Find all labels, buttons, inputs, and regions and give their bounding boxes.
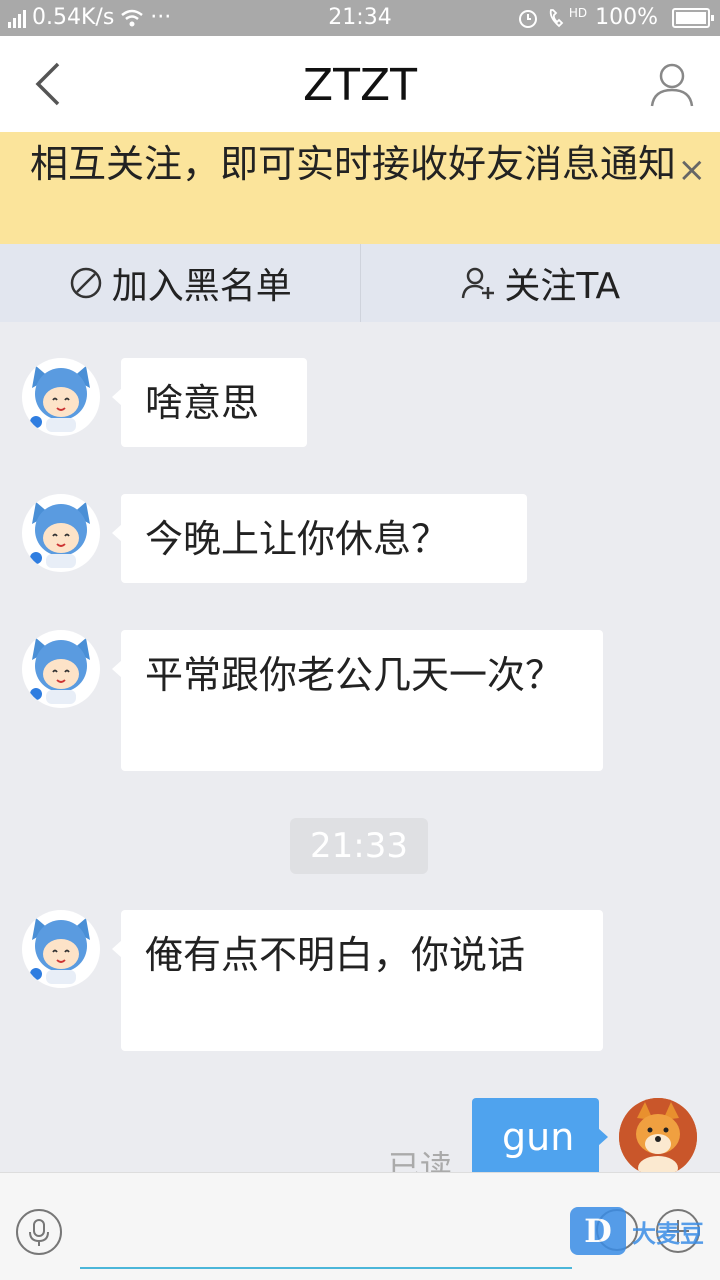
input-bar: D 大麦豆 <box>0 1172 720 1280</box>
battery-percent: 100% <box>595 5 658 30</box>
fox-avatar-icon <box>30 502 90 568</box>
status-bar: 0.54K/s ··· 21:34 HD 100% <box>0 0 720 36</box>
my-avatar[interactable] <box>619 1098 697 1176</box>
profile-icon[interactable] <box>648 60 696 108</box>
back-arrow-icon[interactable] <box>28 58 76 110</box>
blacklist-button[interactable]: 加入黑名单 <box>0 244 360 322</box>
watermark-logo: D <box>570 1207 626 1255</box>
call-hd-icon <box>549 8 564 27</box>
my-message-bubble[interactable]: gun <box>472 1098 608 1178</box>
message-text: 今晚上让你休息？ <box>145 517 450 561</box>
mic-glyph-icon <box>29 1219 49 1246</box>
message-text: 啥意思 <box>145 381 260 425</box>
message-input[interactable] <box>80 1197 572 1269</box>
battery-icon <box>672 7 714 28</box>
time-divider: 21:33 <box>290 818 428 874</box>
watermark: D 大麦豆 <box>570 1205 718 1257</box>
contact-avatar[interactable] <box>22 910 100 988</box>
follow-notice: 相互关注，即可实时接收好友消息通知 × <box>0 132 720 244</box>
message-bubble[interactable]: 平常跟你老公几天一次？ <box>112 630 603 771</box>
follow-button[interactable]: 关注TA <box>359 244 720 322</box>
action-bar: 加入黑名单 关注TA <box>0 244 720 322</box>
chat-header: ZTZT <box>0 36 720 132</box>
follow-label: 关注TA <box>504 266 621 307</box>
contact-avatar[interactable] <box>22 494 100 572</box>
message-bubble[interactable]: 啥意思 <box>112 358 307 447</box>
add-user-icon <box>462 267 495 299</box>
fox-avatar-icon <box>30 366 90 432</box>
contact-avatar[interactable] <box>22 630 100 708</box>
watermark-text: 大麦豆 <box>632 1219 704 1248</box>
close-icon[interactable]: × <box>678 150 707 190</box>
hd-label: HD <box>568 5 588 20</box>
status-right: HD 100% <box>517 5 714 30</box>
message-bubble[interactable]: 俺有点不明白，你说话 <box>112 910 603 1051</box>
fox-avatar-icon <box>30 638 90 704</box>
microphone-icon[interactable] <box>16 1209 62 1255</box>
contact-avatar[interactable] <box>22 358 100 436</box>
message-text: gun <box>502 1115 575 1159</box>
fox-avatar-icon <box>30 918 90 984</box>
message-text: 平常跟你老公几天一次？ <box>145 653 564 697</box>
page-title: ZTZT <box>302 60 418 111</box>
message-bubble[interactable]: 今晚上让你休息？ <box>112 494 527 583</box>
page-title-wrap: ZTZT <box>0 60 720 111</box>
block-icon <box>70 267 101 299</box>
message-text: 俺有点不明白，你说话 <box>145 933 526 977</box>
alarm-icon <box>518 9 537 28</box>
blacklist-label: 加入黑名单 <box>111 266 292 307</box>
notice-text: 相互关注，即可实时接收好友消息通知 <box>30 142 677 186</box>
dog-avatar-icon <box>619 1098 697 1176</box>
